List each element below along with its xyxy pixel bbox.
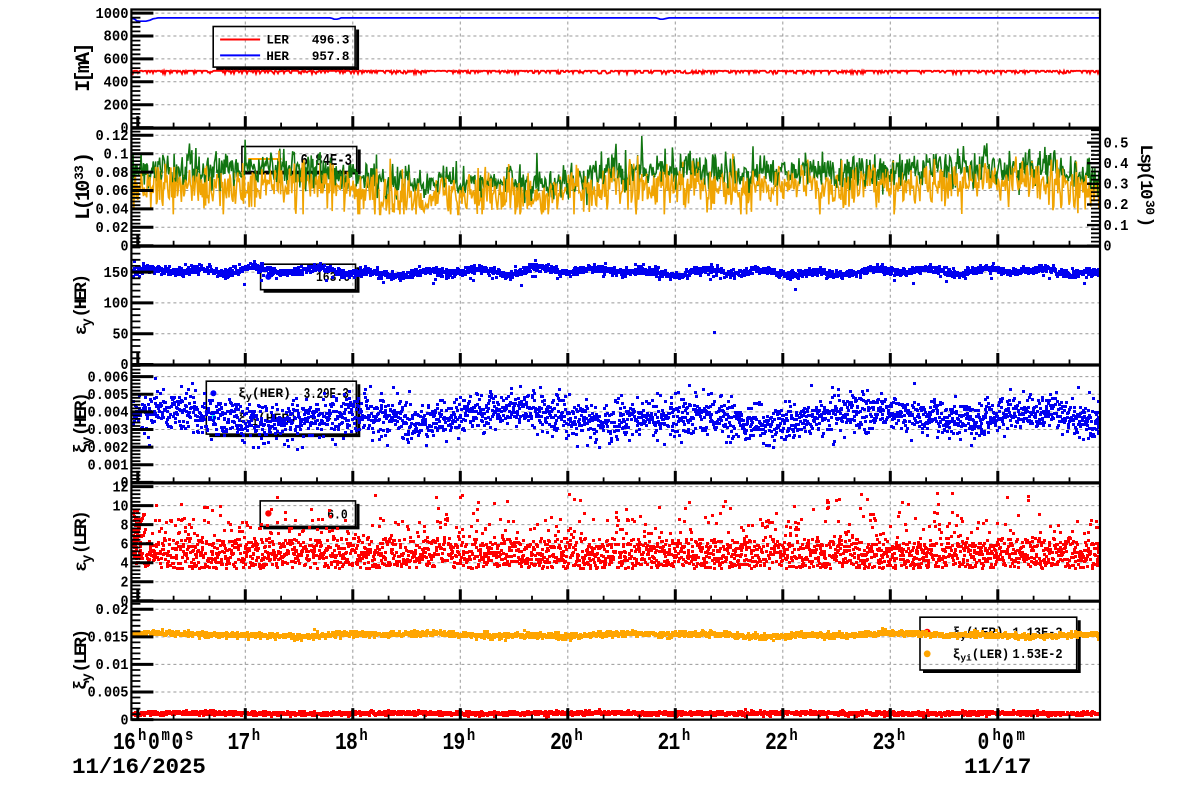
svg-text:200: 200 bbox=[104, 97, 129, 114]
svg-text:0.01: 0.01 bbox=[96, 657, 129, 674]
svg-text:0.12: 0.12 bbox=[96, 128, 129, 145]
svg-text:0.1: 0.1 bbox=[104, 146, 129, 163]
svg-text:HER: HER bbox=[266, 50, 289, 64]
svg-text:0.04: 0.04 bbox=[96, 202, 129, 219]
svg-text:6: 6 bbox=[121, 536, 129, 553]
svg-text:L(1033): L(1033) bbox=[72, 155, 96, 220]
svg-text:2: 2 bbox=[121, 574, 129, 591]
svg-text:0: 0 bbox=[1104, 238, 1112, 255]
svg-text:0.02: 0.02 bbox=[96, 602, 129, 619]
svg-text:0.4: 0.4 bbox=[1104, 156, 1129, 173]
svg-text:LER: LER bbox=[266, 34, 289, 48]
svg-text:0.3: 0.3 bbox=[1104, 177, 1129, 194]
svg-text:100: 100 bbox=[104, 296, 129, 313]
svg-text:0.08: 0.08 bbox=[96, 165, 129, 182]
svg-text:1000: 1000 bbox=[96, 6, 129, 23]
svg-text:957.8: 957.8 bbox=[312, 50, 350, 64]
svg-text:11/16/2025: 11/16/2025 bbox=[72, 756, 206, 781]
svg-text:3.29E-3: 3.29E-3 bbox=[304, 386, 349, 403]
svg-text:10: 10 bbox=[113, 498, 129, 515]
svg-text:400: 400 bbox=[104, 75, 129, 92]
svg-text:600: 600 bbox=[104, 52, 129, 69]
svg-text:0.003: 0.003 bbox=[88, 422, 129, 439]
svg-text:0.005: 0.005 bbox=[88, 387, 129, 404]
svg-text:0.004: 0.004 bbox=[88, 405, 129, 422]
svg-text:0.02: 0.02 bbox=[96, 220, 129, 237]
svg-text:11/17: 11/17 bbox=[964, 756, 1031, 781]
svg-text:800: 800 bbox=[104, 29, 129, 46]
svg-text:1.53E-2: 1.53E-2 bbox=[1013, 648, 1063, 663]
svg-text:0.06: 0.06 bbox=[96, 183, 129, 200]
svg-text:150: 150 bbox=[104, 265, 129, 282]
svg-text:50: 50 bbox=[113, 326, 129, 343]
svg-text:8: 8 bbox=[121, 517, 129, 534]
svg-text:12: 12 bbox=[113, 479, 129, 496]
svg-text:496.3: 496.3 bbox=[312, 34, 350, 48]
svg-text:0.2: 0.2 bbox=[1104, 197, 1129, 214]
svg-text:I[mA]: I[mA] bbox=[73, 45, 96, 92]
svg-text:0.1: 0.1 bbox=[1104, 218, 1129, 235]
svg-text:0.015: 0.015 bbox=[88, 630, 129, 647]
svg-text:0.005: 0.005 bbox=[88, 685, 129, 702]
svg-text:0.001: 0.001 bbox=[88, 458, 129, 475]
svg-text:4: 4 bbox=[121, 555, 129, 572]
svg-text:16h0m0s: 16h0m0s bbox=[113, 726, 193, 757]
svg-text:0: 0 bbox=[121, 712, 129, 729]
svg-text:0.5: 0.5 bbox=[1104, 135, 1129, 152]
svg-text:0.006: 0.006 bbox=[88, 369, 129, 386]
svg-text:0: 0 bbox=[121, 238, 129, 255]
